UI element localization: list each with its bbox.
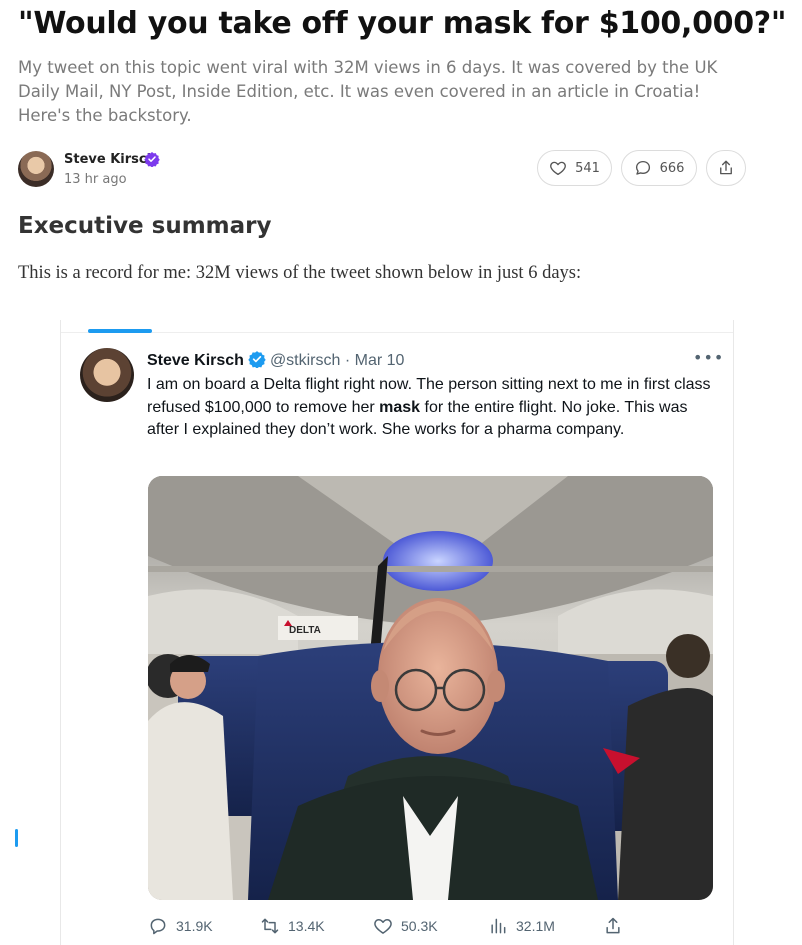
retweet-count: 13.4K [288,918,325,934]
share-upload-icon [720,160,732,175]
body-paragraph: This is a record for me: 32M views of th… [18,263,582,283]
like-button[interactable]: 541 [537,150,612,186]
views-button[interactable]: 32.1M [488,916,555,936]
tweet-text-bold: mask [379,398,421,416]
section-heading: Executive summary [18,213,272,239]
views-bar-chart-icon [491,918,506,934]
tweet-header: Steve Kirsch @stkirsch · Mar 10 [147,350,404,370]
more-options-icon[interactable]: ••• [693,348,724,367]
tweet-handle[interactable]: @stkirsch [270,352,340,369]
tweet-actions: 31.9K 13.4K 50.3K 32.1M [148,916,708,938]
airplane-selfie-image: DELTA [148,476,713,900]
post-time: 13 hr ago [64,172,127,187]
retweet-icon [261,918,279,934]
embed-divider [61,332,733,333]
embed-tab-indicator [88,329,152,333]
reply-button[interactable]: 31.9K [148,916,213,936]
comment-bubble-icon [635,160,650,175]
verified-badge-icon [248,351,266,368]
comment-count: 666 [659,160,685,176]
tweet-like-count: 50.3K [401,918,438,934]
tweet-author-name[interactable]: Steve Kirsch [147,352,244,369]
scroll-indicator [15,829,18,847]
tweet-text: I am on board a Delta flight right now. … [147,374,717,442]
heart-icon [374,919,392,934]
embedded-tweet[interactable]: Steve Kirsch @stkirsch · Mar 10 ••• I am… [60,320,734,945]
tweet-author-avatar[interactable] [80,348,134,402]
author-row: Steve Kirsch 13 hr ago 541 666 [18,150,748,190]
author-avatar[interactable] [18,151,54,187]
reply-icon [150,918,166,935]
verified-badge-icon [144,152,160,167]
tweet-share-button[interactable] [603,916,623,936]
delta-sign-label: DELTA [289,625,321,636]
post-subtitle: My tweet on this topic went viral with 3… [18,58,718,125]
view-count: 32.1M [516,918,555,934]
share-upload-icon [606,917,620,934]
comment-button[interactable]: 666 [621,150,697,186]
tweet-photo[interactable]: DELTA [148,476,713,900]
tweet-date[interactable]: Mar 10 [355,352,405,369]
reply-count: 31.9K [176,918,213,934]
tweet-separator: · [344,352,351,369]
retweet-button[interactable]: 13.4K [260,916,325,936]
post-title: "Would you take off your mask for $100,0… [18,6,787,41]
like-count: 541 [575,160,600,176]
tweet-like-button[interactable]: 50.3K [373,916,438,936]
author-name[interactable]: Steve Kirsch [64,152,156,167]
heart-icon [550,161,566,176]
share-button[interactable] [706,150,746,186]
